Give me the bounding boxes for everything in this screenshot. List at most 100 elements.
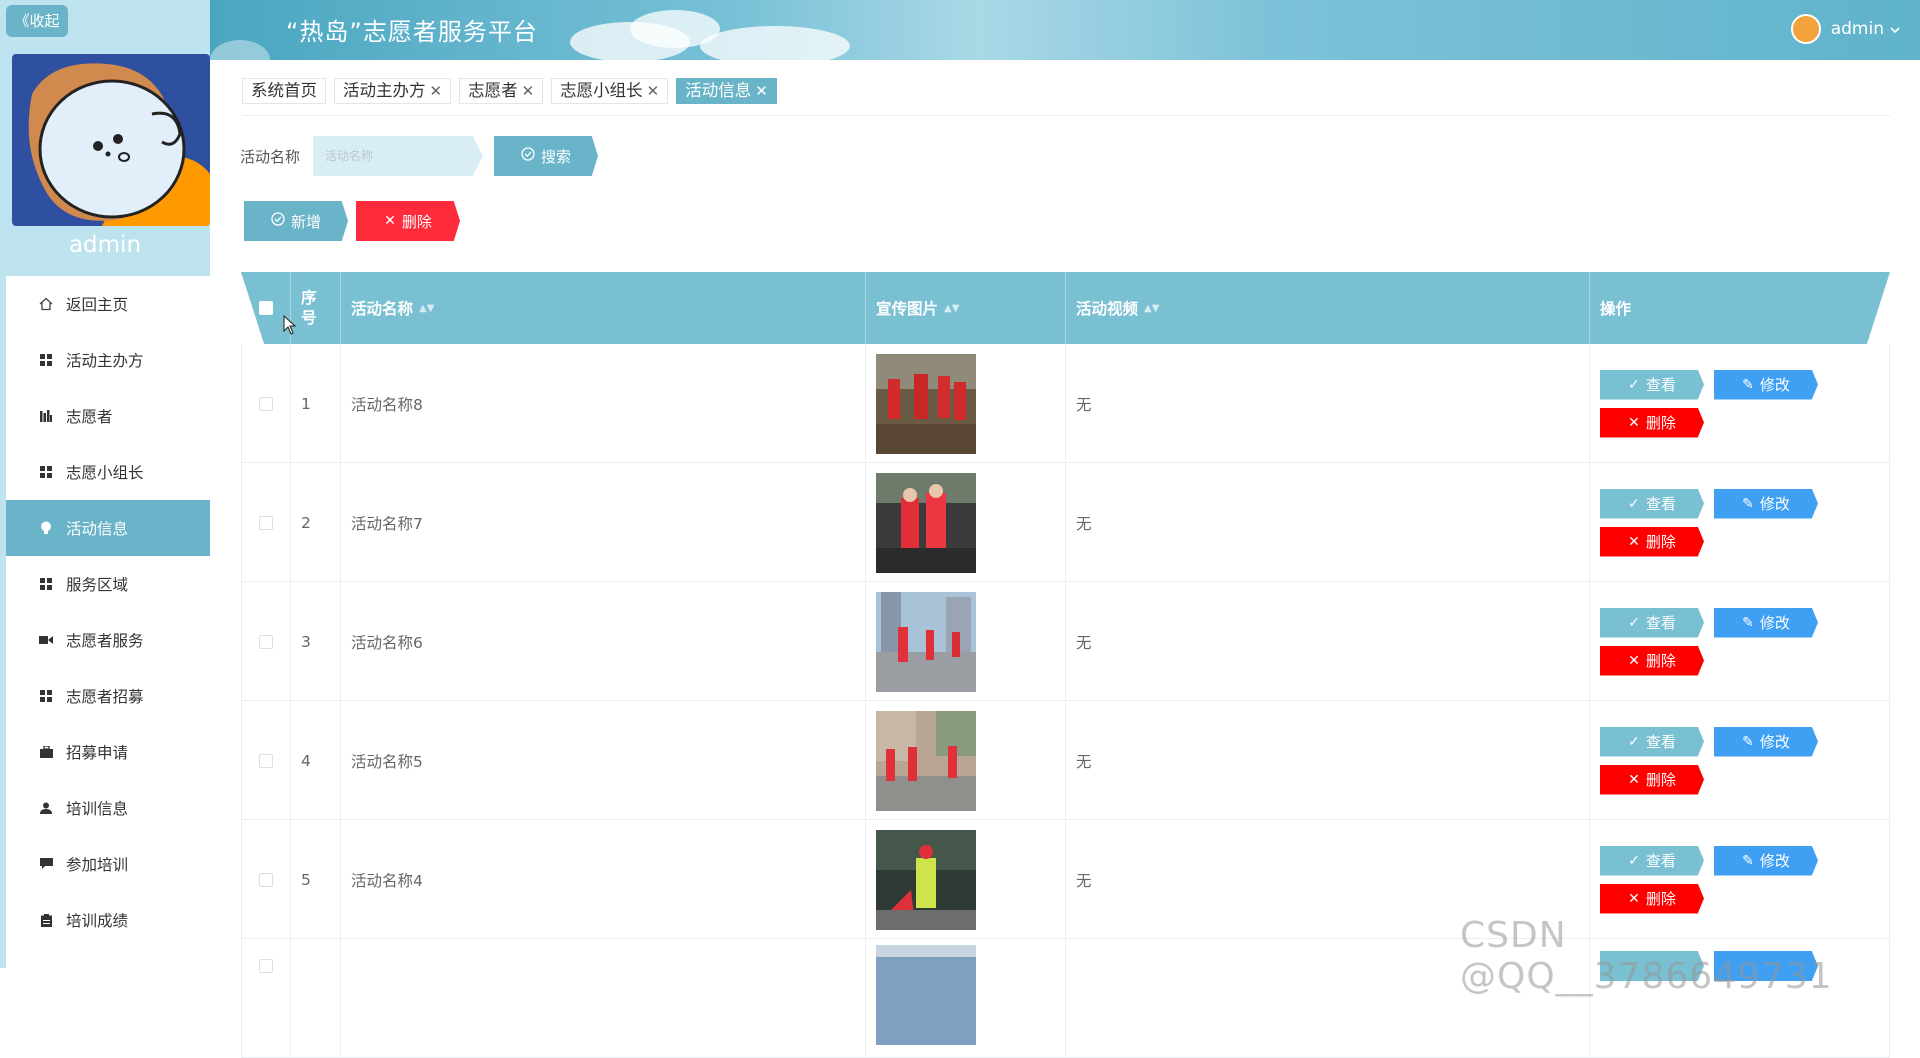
- sidebar-item-service-area[interactable]: 服务区域: [6, 556, 210, 612]
- edit-button[interactable]: ✎ 修改: [1714, 488, 1818, 519]
- edit-button[interactable]: ✎ 修改: [1714, 726, 1818, 757]
- table-row: 4 活动名称5 无 ✓ 查看 ✎ 修改 ✕ 删除: [241, 701, 1890, 820]
- activity-name-search-input[interactable]: [313, 136, 483, 176]
- clipboard-icon: [38, 912, 54, 928]
- view-button[interactable]: ✓ 查看: [1600, 845, 1704, 876]
- row-image-cell: [866, 463, 1066, 582]
- row-index: 3: [291, 582, 341, 701]
- collapse-sidebar-button[interactable]: 《收起: [6, 5, 68, 37]
- column-header-image[interactable]: 宣传图片 ▲▼: [866, 272, 1066, 344]
- sidebar-item-organizer[interactable]: 活动主办方: [6, 332, 210, 388]
- add-button[interactable]: 新增: [244, 201, 348, 241]
- grid-icon: [38, 576, 54, 592]
- tab-label: 志愿小组长: [560, 81, 643, 100]
- sidebar-item-application[interactable]: 招募申请: [6, 724, 210, 780]
- check-icon: ✓: [1628, 376, 1640, 393]
- tab-activity-info[interactable]: 活动信息 ✕: [676, 78, 777, 104]
- row-checkbox[interactable]: [259, 872, 273, 887]
- sidebar-item-training-score[interactable]: 培训成绩: [6, 892, 210, 948]
- view-button[interactable]: ✓ 查看: [1600, 726, 1704, 757]
- sidebar-item-activity-info[interactable]: 活动信息: [6, 500, 210, 556]
- table-row: 3 活动名称6 无 ✓ 查看 ✎ 修改 ✕ 删除: [241, 582, 1890, 701]
- activity-thumbnail[interactable]: [876, 472, 976, 573]
- row-index: 2: [291, 463, 341, 582]
- row-checkbox[interactable]: [259, 753, 273, 768]
- row-activity-name: 活动名称7: [341, 463, 866, 582]
- close-icon: ✕: [1628, 414, 1640, 431]
- tab-home[interactable]: 系统首页: [242, 78, 326, 104]
- column-header-name[interactable]: 活动名称 ▲▼: [341, 272, 866, 344]
- edit-icon: ✎: [1742, 852, 1754, 869]
- row-checkbox[interactable]: [259, 396, 273, 411]
- select-all-checkbox[interactable]: [258, 301, 273, 315]
- check-icon: ✓: [1628, 852, 1640, 869]
- row-image-cell: [866, 820, 1066, 939]
- close-icon[interactable]: ✕: [647, 79, 660, 103]
- sidebar-item-join-training[interactable]: 参加培训: [6, 836, 210, 892]
- search-button[interactable]: 搜索: [494, 136, 598, 176]
- row-index: 5: [291, 820, 341, 939]
- tab-label: 活动主办方: [343, 81, 426, 100]
- delete-button[interactable]: ✕ 删除: [1600, 645, 1704, 676]
- delete-label: 删除: [1645, 414, 1676, 432]
- edit-button[interactable]: ✎ 修改: [1714, 607, 1818, 638]
- row-ops: ✓ 查看 ✎ 修改 ✕ 删除: [1590, 463, 1890, 582]
- delete-button-label: 删除: [401, 212, 432, 231]
- sort-icon[interactable]: ▲▼: [419, 303, 434, 314]
- edit-icon: ✎: [1742, 495, 1754, 512]
- tabs-divider: [242, 115, 1890, 116]
- row-image-cell: [866, 344, 1066, 463]
- row-checkbox[interactable]: [259, 959, 273, 973]
- delete-button[interactable]: ✕ 删除: [1600, 764, 1704, 795]
- check-icon: ✓: [1628, 495, 1640, 512]
- close-icon[interactable]: ✕: [755, 79, 768, 103]
- sidebar-item-volunteer[interactable]: 志愿者: [6, 388, 210, 444]
- edit-label: 修改: [1759, 495, 1790, 513]
- delete-button[interactable]: ✕ 删除: [1600, 883, 1704, 914]
- tab-group-leader[interactable]: 志愿小组长 ✕: [551, 78, 669, 104]
- edit-button[interactable]: ✎ 修改: [1714, 845, 1818, 876]
- activity-thumbnail[interactable]: [876, 591, 976, 692]
- activity-thumbnail[interactable]: [876, 829, 976, 930]
- row-index: [291, 939, 341, 1058]
- close-icon[interactable]: ✕: [522, 79, 535, 103]
- activity-thumbnail[interactable]: [876, 945, 976, 1045]
- delete-button[interactable]: ✕ 删除: [1600, 407, 1704, 438]
- row-image-cell: [866, 582, 1066, 701]
- tab-label: 志愿者: [468, 81, 518, 100]
- delete-button[interactable]: ✕ 删除: [1600, 526, 1704, 557]
- batch-delete-button[interactable]: ✕ 删除: [356, 201, 460, 241]
- activity-thumbnail[interactable]: [876, 353, 976, 454]
- row-check-cell: [241, 463, 291, 582]
- edit-icon: ✎: [1742, 733, 1754, 750]
- sidebar-item-home[interactable]: 返回主页: [6, 276, 210, 332]
- sidebar-item-recruitment[interactable]: 志愿者招募: [6, 668, 210, 724]
- sort-icon[interactable]: ▲▼: [944, 303, 959, 314]
- sidebar-item-volunteer-service[interactable]: 志愿者服务: [6, 612, 210, 668]
- user-menu[interactable]: admin: [1790, 14, 1900, 44]
- sidebar-item-training-info[interactable]: 培训信息: [6, 780, 210, 836]
- view-button[interactable]: ✓ 查看: [1600, 488, 1704, 519]
- row-checkbox[interactable]: [259, 634, 273, 649]
- tab-organizer[interactable]: 活动主办方 ✕: [334, 78, 452, 104]
- close-icon[interactable]: ✕: [430, 79, 443, 103]
- column-header-video[interactable]: 活动视频 ▲▼: [1066, 272, 1590, 344]
- view-button[interactable]: ✓ 查看: [1600, 607, 1704, 638]
- activity-thumbnail[interactable]: [876, 710, 976, 811]
- view-button[interactable]: ✓ 查看: [1600, 369, 1704, 400]
- edit-button[interactable]: ✎ 修改: [1714, 369, 1818, 400]
- sidebar-item-label: 返回主页: [66, 296, 129, 314]
- tab-volunteer[interactable]: 志愿者 ✕: [459, 78, 544, 104]
- row-ops: ✓ 查看 ✎ 修改 ✕ 删除: [1590, 701, 1890, 820]
- view-label: 查看: [1645, 495, 1676, 513]
- row-ops: ✓ 查看 ✎ 修改 ✕ 删除: [1590, 582, 1890, 701]
- sidebar-item-label: 志愿者服务: [66, 632, 144, 650]
- sidebar-item-label: 服务区域: [66, 576, 129, 594]
- sidebar-item-label: 参加培训: [66, 856, 129, 874]
- cloud-decoration: [210, 40, 270, 60]
- row-checkbox[interactable]: [259, 515, 273, 530]
- sidebar-item-group-leader[interactable]: 志愿小组长: [6, 444, 210, 500]
- edit-label: 修改: [1759, 376, 1790, 394]
- sort-icon[interactable]: ▲▼: [1144, 303, 1159, 314]
- row-check-cell: [241, 939, 291, 1058]
